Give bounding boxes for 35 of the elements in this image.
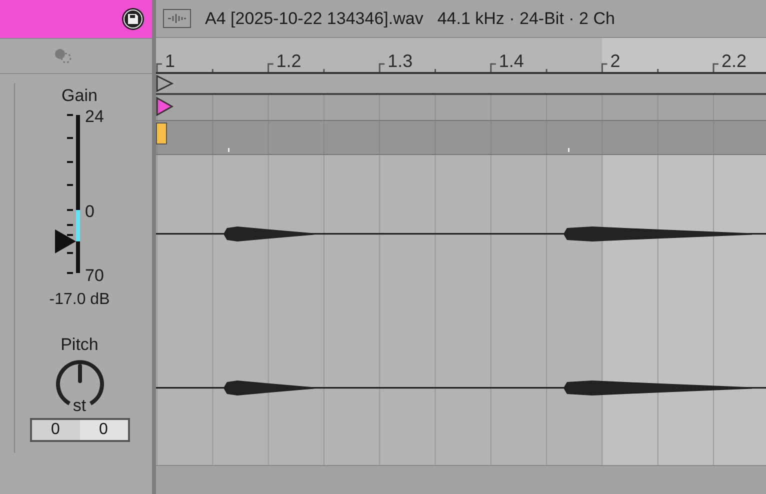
pitch-field[interactable]: 0 0 <box>30 418 130 442</box>
ruler-label: 2 <box>610 51 620 72</box>
ruler-tick <box>156 63 162 72</box>
file-info: 44.1 kHz · 24-Bit · 2 Ch <box>437 8 615 28</box>
ruler-tick <box>657 69 659 72</box>
gain-thumb[interactable] <box>54 229 76 254</box>
scale-label: 0 <box>84 202 94 221</box>
transient-mark <box>568 148 570 152</box>
file-name: A4 [2025-10-22 134346].wav <box>205 8 424 28</box>
scale-label: 24 <box>84 107 104 126</box>
gain-reading: -17.0 dB <box>49 291 110 309</box>
gain-fader[interactable] <box>76 115 80 273</box>
pitch-unit: st <box>72 397 86 415</box>
ruler-label: 1.2 <box>276 51 302 72</box>
clip-marker[interactable] <box>156 122 167 144</box>
ruler-tick <box>546 69 548 72</box>
ruler-tick <box>323 69 325 72</box>
transient-mark <box>228 148 230 152</box>
ruler-tick <box>378 63 385 72</box>
scroll-bar[interactable] <box>156 465 766 494</box>
scale-label: 70 <box>84 266 104 285</box>
ruler-tick <box>212 69 214 72</box>
ruler-label: 2.2 <box>722 51 747 72</box>
ruler-label: 1.3 <box>388 51 413 72</box>
ruler-label: 1 <box>165 51 176 72</box>
pitch-label: Pitch <box>60 335 98 355</box>
ruler-tick <box>712 63 718 72</box>
ruler-tick <box>601 63 608 72</box>
save-icon[interactable] <box>121 7 145 31</box>
ruler-tick <box>434 69 436 72</box>
ruler-label: 1.4 <box>498 51 524 72</box>
waveform-icon[interactable] <box>163 9 191 28</box>
ruler-tick <box>268 63 274 72</box>
gain-label: Gain <box>62 86 98 106</box>
ruler-tick <box>490 63 496 72</box>
